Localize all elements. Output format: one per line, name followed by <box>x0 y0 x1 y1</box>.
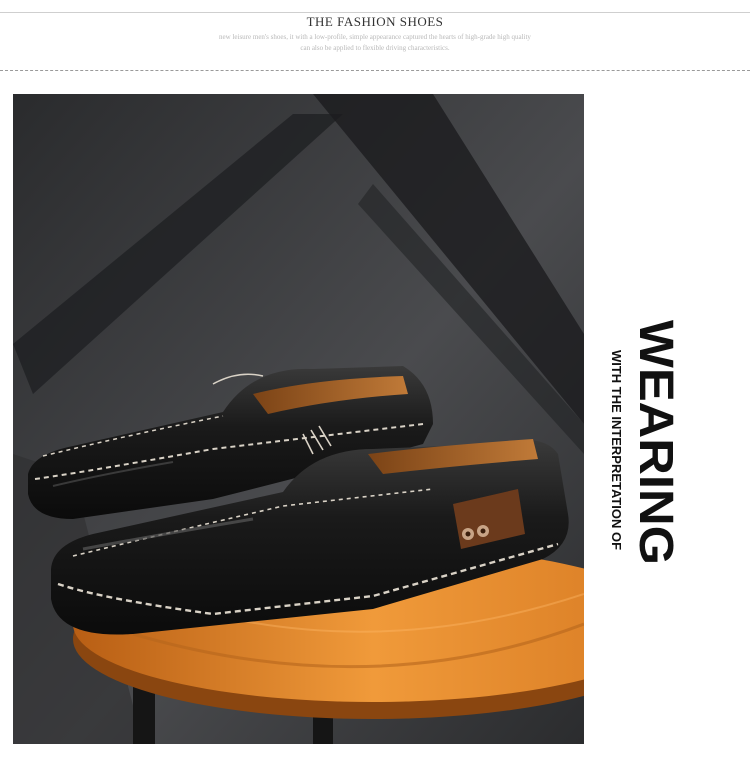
side-caption: WEARING WITH THE INTERPRETATION OF <box>610 320 690 570</box>
side-caption-secondary: WITH THE INTERPRETATION OF <box>610 350 624 550</box>
subtitle-line-2: can also be applied to flexible driving … <box>300 44 450 52</box>
side-caption-main: WEARING <box>629 320 682 565</box>
subtitle-line-1: new leisure men's shoes, it with a low-p… <box>219 33 531 41</box>
page-header: THE FASHION SHOES new leisure men's shoe… <box>0 0 750 72</box>
page-title: THE FASHION SHOES <box>306 14 444 29</box>
header-divider <box>0 70 750 71</box>
product-photo <box>13 94 584 744</box>
